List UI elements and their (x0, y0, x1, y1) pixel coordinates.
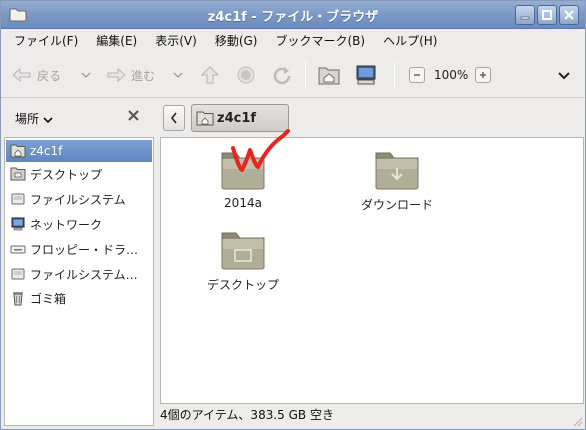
desktop-folder-icon (10, 167, 26, 181)
back-arrow-icon (12, 67, 31, 83)
sidebar-item-filesystem-2[interactable]: ファイルシステム… (6, 263, 152, 285)
home-folder-icon (196, 111, 214, 126)
forward-label: 進む (131, 68, 156, 83)
menu-edit[interactable]: 編集(E) (87, 32, 146, 49)
toolbar-separator (394, 62, 395, 88)
file-item[interactable]: デスクトップ (198, 228, 288, 293)
chevron-down-icon (558, 72, 570, 80)
sidebar-item-desktop[interactable]: デスクトップ (6, 163, 152, 185)
minimize-icon (520, 16, 530, 20)
home-button[interactable] (318, 65, 340, 85)
home-folder-icon (318, 67, 340, 85)
close-icon (564, 10, 574, 20)
back-history-dropdown[interactable] (80, 66, 92, 84)
sidebar-item-label: ネットワーク (30, 217, 103, 232)
file-browser-window: z4c1f - ファイル・ブラウザ ファイル(F) 編集(E) 表示(V) 移動… (0, 0, 586, 430)
sidebar-item-label: ファイルシステム… (30, 267, 138, 282)
minus-icon (414, 74, 420, 76)
menu-file[interactable]: ファイル(F) (5, 32, 87, 49)
up-button[interactable] (199, 65, 221, 85)
zoom-in-button[interactable] (475, 67, 491, 83)
sidebar-item-label: ファイルシステム (30, 192, 126, 207)
file-item-label: ダウンロード (360, 198, 433, 212)
drive-icon (11, 268, 25, 280)
side-pane-title: 場所 (15, 112, 40, 126)
sidebar-item-filesystem[interactable]: ファイルシステム (6, 188, 152, 210)
plus-icon (480, 72, 486, 78)
places-sidebar: z4c1f デスクトップ ファイルシステム ネットワーク フロッピー・ドラ… フ… (4, 137, 154, 426)
minimize-button[interactable] (515, 5, 535, 25)
stop-button[interactable] (237, 66, 255, 84)
sidebar-item-label: デスクトップ (30, 167, 103, 182)
close-side-pane-button[interactable] (128, 110, 139, 125)
menu-view[interactable]: 表示(V) (146, 32, 206, 49)
floppy-drive-icon (10, 245, 26, 254)
side-pane-selector[interactable]: 場所 (15, 110, 53, 127)
forward-button[interactable]: 進む (105, 66, 155, 84)
back-label: 戻る (37, 68, 62, 83)
sidebar-item-floppy[interactable]: フロッピー・ドラ… (6, 238, 152, 260)
sidebar-item-trash[interactable]: ゴミ箱 (6, 287, 152, 309)
desktop-folder-icon (221, 232, 265, 270)
close-icon (128, 110, 139, 121)
file-item[interactable]: ダウンロード (352, 148, 442, 213)
sidebar-item-label: z4c1f (30, 144, 63, 158)
zoom-out-button[interactable] (409, 67, 425, 83)
menu-bookmarks[interactable]: ブックマーク(B) (266, 32, 374, 49)
computer-icon (356, 65, 376, 85)
resize-grip-icon[interactable] (571, 415, 583, 427)
reload-icon (273, 67, 291, 85)
chevron-down-icon (173, 72, 183, 79)
toolbar-separator (305, 62, 306, 88)
window-title: z4c1f - ファイル・ブラウザ (207, 10, 379, 25)
stop-icon (237, 66, 255, 84)
menu-go[interactable]: 移動(G) (206, 32, 267, 49)
downloads-folder-icon (375, 152, 419, 190)
chevron-down-icon (43, 116, 53, 123)
maximize-button[interactable] (537, 5, 557, 25)
title-bar[interactable]: z4c1f - ファイル・ブラウザ (1, 1, 585, 29)
view-options-dropdown[interactable] (557, 66, 571, 84)
file-item-label: 2014a (224, 196, 262, 210)
sidebar-item-network[interactable]: ネットワーク (6, 213, 152, 235)
up-arrow-icon (200, 66, 220, 84)
file-item-label: デスクトップ (206, 278, 279, 292)
home-folder-icon (10, 144, 26, 158)
network-icon (11, 217, 25, 231)
maximize-icon (542, 10, 552, 20)
forward-arrow-icon (107, 67, 126, 83)
menu-bar: ファイル(F) 編集(E) 表示(V) 移動(G) ブックマーク(B) ヘルプ(… (1, 29, 585, 52)
menu-help[interactable]: ヘルプ(H) (374, 32, 446, 49)
status-bar: 4個のアイテム、383.5 GB 空き (160, 408, 334, 422)
close-button[interactable] (559, 5, 579, 25)
drive-icon (11, 193, 25, 205)
back-button[interactable]: 戻る (11, 66, 61, 84)
side-pane-header: 場所 (1, 99, 156, 137)
toolbar: 戻る 進む 100% (1, 52, 585, 98)
chevron-down-icon (81, 72, 91, 79)
computer-button[interactable] (355, 64, 377, 86)
red-scribble-annotation (231, 129, 290, 172)
forward-history-dropdown[interactable] (172, 66, 184, 84)
trash-icon (13, 292, 23, 306)
zoom-level[interactable]: 100% (434, 68, 468, 82)
sidebar-item-home[interactable]: z4c1f (6, 140, 152, 162)
path-scroll-left-button[interactable] (163, 105, 185, 131)
reload-button[interactable] (272, 65, 292, 85)
sidebar-item-label: フロッピー・ドラ… (30, 242, 139, 257)
file-icon-view[interactable]: 2014a ダウンロード デスクトップ (160, 129, 584, 404)
sidebar-item-label: ゴミ箱 (30, 291, 67, 306)
chevron-left-icon (170, 112, 177, 124)
